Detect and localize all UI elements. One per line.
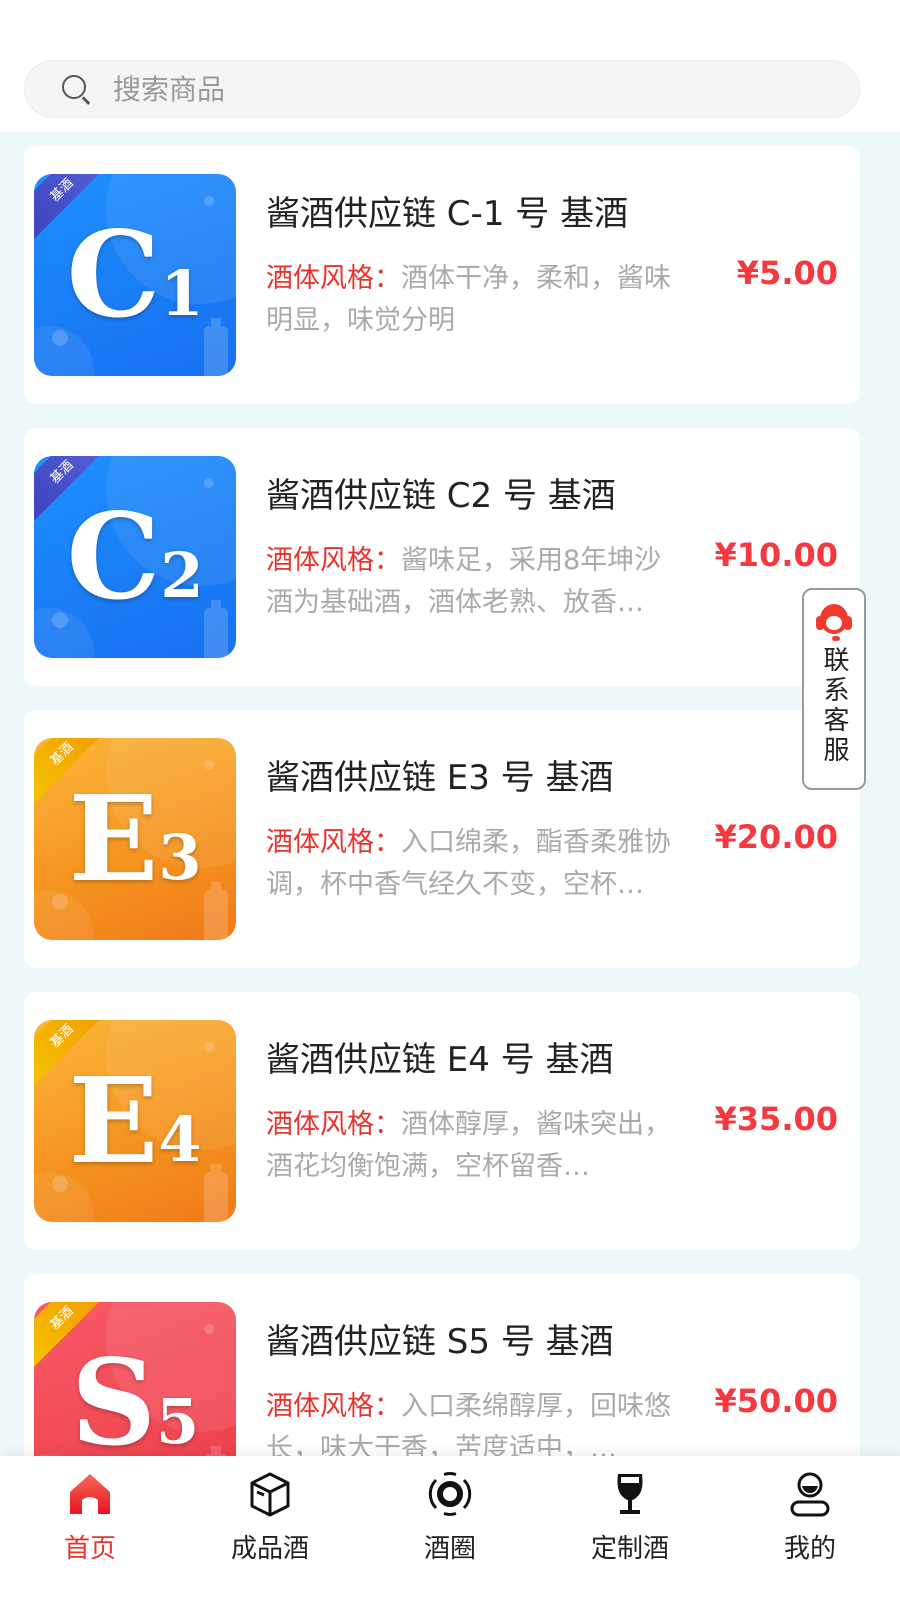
home-icon xyxy=(70,1474,110,1514)
tab-home[interactable]: 首页 xyxy=(0,1456,180,1600)
product-code-glyph: E4 xyxy=(68,1051,202,1190)
headset-icon xyxy=(814,602,854,644)
tab-products[interactable]: 成品酒 xyxy=(180,1456,360,1600)
product-description: 酒体风格：酒体醇厚，酱味突出，酒花均衡饱满，空杯留香… xyxy=(266,1104,682,1188)
product-thumbnail: 基酒 E3 xyxy=(34,738,236,940)
customer-service-button[interactable]: 联系客服 xyxy=(802,588,866,790)
bottom-tab-bar: 首页 成品酒 酒圈 定制酒 我的 xyxy=(0,1456,900,1600)
product-price: ¥50.00 xyxy=(714,1382,838,1420)
product-card[interactable]: 基酒 E4 酱酒供应链 E4 号 基酒 酒体风格：酒体醇厚，酱味突出，酒花均衡饱… xyxy=(24,992,860,1250)
product-title: 酱酒供应链 E4 号 基酒 xyxy=(266,1040,614,1080)
box-icon xyxy=(250,1472,290,1517)
tab-label: 定制酒 xyxy=(590,1534,669,1564)
product-title: 酱酒供应链 S5 号 基酒 xyxy=(266,1322,614,1362)
tab-label: 我的 xyxy=(783,1534,836,1564)
product-title: 酱酒供应链 C2 号 基酒 xyxy=(266,476,616,516)
tab-mine[interactable]: 我的 xyxy=(720,1456,900,1600)
description-label: 酒体风格： xyxy=(266,545,401,576)
search-bar[interactable] xyxy=(24,60,860,118)
tab-custom-wine[interactable]: 定制酒 xyxy=(540,1456,720,1600)
product-price: ¥35.00 xyxy=(714,1100,838,1138)
product-code-glyph: C2 xyxy=(66,487,204,626)
tab-label: 成品酒 xyxy=(230,1534,309,1564)
product-price: ¥20.00 xyxy=(714,818,838,856)
product-list: 基酒 C1 酱酒供应链 C-1 号 基酒 酒体风格：酒体干净，柔和，酱味明显，味… xyxy=(24,146,860,1556)
product-thumbnail: 基酒 C2 xyxy=(34,456,236,658)
product-code-glyph: C1 xyxy=(66,205,204,344)
product-description: 酒体风格：酒体干净，柔和，酱味明显，味觉分明 xyxy=(266,258,682,342)
tab-label: 首页 xyxy=(63,1534,116,1564)
search-icon xyxy=(59,72,93,106)
product-card[interactable]: 基酒 E3 酱酒供应链 E3 号 基酒 酒体风格：入口绵柔，酯香柔雅协调，杯中香… xyxy=(24,710,860,968)
product-price: ¥10.00 xyxy=(714,536,838,574)
search-input[interactable] xyxy=(113,72,813,106)
wine-glass-icon xyxy=(617,1474,643,1514)
description-label: 酒体风格： xyxy=(266,1391,401,1422)
product-thumbnail: 基酒 E4 xyxy=(34,1020,236,1222)
customer-service-label: 联系客服 xyxy=(819,646,849,766)
description-label: 酒体风格： xyxy=(266,827,401,858)
product-title: 酱酒供应链 C-1 号 基酒 xyxy=(266,194,629,234)
description-label: 酒体风格： xyxy=(266,1109,401,1140)
product-price: ¥5.00 xyxy=(736,254,838,292)
user-icon xyxy=(790,1472,830,1517)
circle-target-icon xyxy=(428,1472,472,1516)
product-title: 酱酒供应链 E3 号 基酒 xyxy=(266,758,614,798)
product-code-glyph: E3 xyxy=(68,769,202,908)
product-description: 酒体风格：酱味足，采用8年坤沙酒为基础酒，酒体老熟、放香… xyxy=(266,540,682,624)
product-thumbnail: 基酒 C1 xyxy=(34,174,236,376)
product-card[interactable]: 基酒 C2 酱酒供应链 C2 号 基酒 酒体风格：酱味足，采用8年坤沙酒为基础酒… xyxy=(24,428,860,686)
product-card[interactable]: 基酒 C1 酱酒供应链 C-1 号 基酒 酒体风格：酒体干净，柔和，酱味明显，味… xyxy=(24,146,860,404)
description-label: 酒体风格： xyxy=(266,263,401,294)
product-description: 酒体风格：入口绵柔，酯香柔雅协调，杯中香气经久不变，空杯… xyxy=(266,822,682,906)
header xyxy=(0,0,900,132)
tab-circle[interactable]: 酒圈 xyxy=(360,1456,540,1600)
tab-label: 酒圈 xyxy=(423,1534,476,1564)
